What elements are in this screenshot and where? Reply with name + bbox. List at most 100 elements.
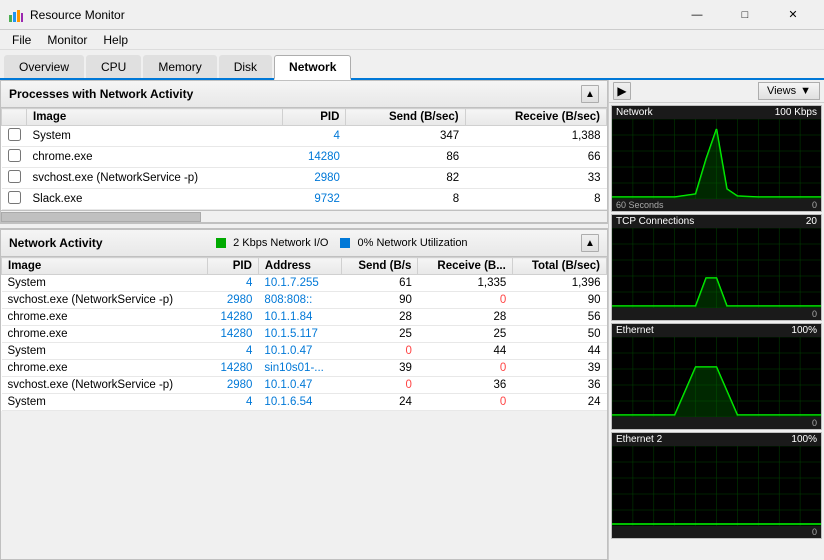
graph-footer-right-1: 0	[812, 309, 817, 319]
indicator-2-label: 0% Network Utilization	[358, 237, 468, 249]
menubar: File Monitor Help	[0, 30, 824, 50]
tab-disk[interactable]: Disk	[219, 55, 272, 78]
na-col-pid[interactable]: PID	[207, 258, 258, 275]
na-col-address[interactable]: Address	[258, 258, 341, 275]
cell-send: 82	[346, 168, 465, 189]
cell-address: 10.1.0.47	[258, 377, 341, 394]
processes-table-container[interactable]: Image PID Send (B/sec) Receive (B/sec) S…	[0, 107, 608, 211]
graph-footer-3: 0	[612, 526, 821, 538]
graph-canvas-3	[612, 446, 821, 526]
cell-image: Slack.exe	[27, 189, 283, 210]
col-pid[interactable]: PID	[283, 109, 346, 126]
na-col-total[interactable]: Total (B/sec)	[512, 258, 606, 275]
na-col-send[interactable]: Send (B/s	[341, 258, 418, 275]
processes-panel: Processes with Network Activity ▲ Image …	[0, 80, 608, 223]
table-row[interactable]: System 4 347 1,388	[2, 126, 607, 147]
tabbar: Overview CPU Memory Disk Network	[0, 50, 824, 80]
cell-pid: 14280	[207, 360, 258, 377]
main-layout: Processes with Network Activity ▲ Image …	[0, 80, 824, 560]
cell-receive: 0	[418, 360, 512, 377]
cell-receive: 44	[418, 343, 512, 360]
menu-help[interactable]: Help	[95, 31, 136, 49]
graph-canvas-2	[612, 337, 821, 417]
cell-pid: 2980	[207, 377, 258, 394]
cell-send: 8	[346, 189, 465, 210]
views-dropdown-icon: ▼	[800, 85, 811, 97]
table-row[interactable]: Slack.exe 9732 8 8	[2, 189, 607, 210]
cell-total: 1,396	[512, 275, 606, 292]
cell-send: 39	[341, 360, 418, 377]
menu-monitor[interactable]: Monitor	[39, 31, 95, 49]
left-panel: Processes with Network Activity ▲ Image …	[0, 80, 609, 560]
right-panel-header: ▶ Views ▼	[609, 80, 824, 103]
cell-image: System	[2, 394, 208, 411]
close-button[interactable]: ✕	[770, 0, 816, 30]
col-send[interactable]: Send (B/sec)	[346, 109, 465, 126]
processes-scrollbar[interactable]	[0, 211, 608, 223]
processes-table: Image PID Send (B/sec) Receive (B/sec) S…	[1, 108, 607, 210]
cell-send: 86	[346, 147, 465, 168]
menu-file[interactable]: File	[4, 31, 39, 49]
graph-canvas-1	[612, 228, 821, 308]
cell-total: 36	[512, 377, 606, 394]
tab-cpu[interactable]: CPU	[86, 55, 141, 78]
processes-title: Processes with Network Activity	[9, 87, 193, 101]
table-row[interactable]: chrome.exe 14280 sin10s01-... 39 0 39	[2, 360, 607, 377]
cell-address: 10.1.7.255	[258, 275, 341, 292]
cell-receive: 66	[465, 147, 606, 168]
table-row[interactable]: svchost.exe (NetworkService -p) 2980 82 …	[2, 168, 607, 189]
graph-canvas-0	[612, 119, 821, 199]
table-row[interactable]: chrome.exe 14280 10.1.1.84 28 28 56	[2, 309, 607, 326]
graph-title-3: Ethernet 2	[616, 434, 662, 445]
graph-section-3: Ethernet 2 100% 0	[611, 432, 822, 539]
table-row[interactable]: System 4 10.1.7.255 61 1,335 1,396	[2, 275, 607, 292]
app-icon	[8, 7, 24, 23]
cell-image: svchost.exe (NetworkService -p)	[2, 292, 208, 309]
cell-send: 90	[341, 292, 418, 309]
minimize-button[interactable]: —	[674, 0, 720, 30]
tab-memory[interactable]: Memory	[143, 55, 216, 78]
cell-pid: 4	[207, 394, 258, 411]
graph-footer-2: 0	[612, 417, 821, 429]
graph-title-1: TCP Connections	[616, 216, 694, 227]
cell-address: 808:808::	[258, 292, 341, 309]
graph-footer-left-0: 60 Seconds	[616, 200, 664, 210]
processes-collapse-btn[interactable]: ▲	[581, 85, 599, 103]
graphs-container: Network 100 Kbps 60 Seconds 0 TCP Connec…	[609, 103, 824, 541]
table-row[interactable]: System 4 10.1.6.54 24 0 24	[2, 394, 607, 411]
right-panel: ▶ Views ▼ Network 100 Kbps 60 Seconds 0	[609, 80, 824, 560]
graph-scale-0: 100 Kbps	[775, 107, 817, 118]
network-activity-collapse-btn[interactable]: ▲	[581, 234, 599, 252]
tab-overview[interactable]: Overview	[4, 55, 84, 78]
table-row[interactable]: chrome.exe 14280 10.1.5.117 25 25 50	[2, 326, 607, 343]
cell-pid: 4	[207, 343, 258, 360]
indicator-1: 2 Kbps Network I/O	[216, 237, 328, 249]
col-checkbox	[2, 109, 27, 126]
cell-receive: 28	[418, 309, 512, 326]
graph-title-2: Ethernet	[616, 325, 654, 336]
table-row[interactable]: chrome.exe 14280 86 66	[2, 147, 607, 168]
na-col-receive[interactable]: Receive (B...	[418, 258, 512, 275]
na-col-image[interactable]: Image	[2, 258, 208, 275]
table-row[interactable]: svchost.exe (NetworkService -p) 2980 808…	[2, 292, 607, 309]
col-receive[interactable]: Receive (B/sec)	[465, 109, 606, 126]
graph-title-bar-3: Ethernet 2 100%	[612, 433, 821, 446]
cell-total: 39	[512, 360, 606, 377]
cell-send: 24	[341, 394, 418, 411]
tab-network[interactable]: Network	[274, 55, 351, 80]
expand-button[interactable]: ▶	[613, 82, 631, 100]
col-image[interactable]: Image	[27, 109, 283, 126]
graph-title-bar-2: Ethernet 100%	[612, 324, 821, 337]
cell-receive: 36	[418, 377, 512, 394]
cell-address: 10.1.1.84	[258, 309, 341, 326]
window-controls: — □ ✕	[674, 0, 816, 30]
cell-send: 25	[341, 326, 418, 343]
table-row[interactable]: System 4 10.1.0.47 0 44 44	[2, 343, 607, 360]
indicator-2-dot	[340, 238, 350, 248]
table-row[interactable]: svchost.exe (NetworkService -p) 2980 10.…	[2, 377, 607, 394]
views-button[interactable]: Views ▼	[758, 82, 820, 100]
network-activity-table-container[interactable]: Image PID Address Send (B/s Receive (B..…	[0, 256, 608, 560]
cell-send: 61	[341, 275, 418, 292]
maximize-button[interactable]: □	[722, 0, 768, 30]
views-label: Views	[767, 85, 796, 97]
